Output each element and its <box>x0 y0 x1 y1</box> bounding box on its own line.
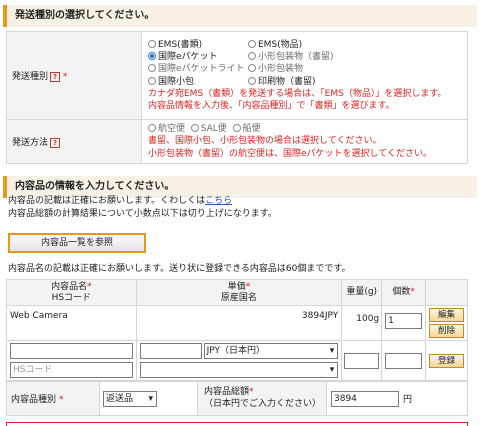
currency-select[interactable]: JPY（日本円） <box>203 343 339 359</box>
radio-surface[interactable]: 船便 <box>232 124 261 134</box>
shipping-method-radio-group: 航空便 SAL便 船便 <box>148 123 464 135</box>
contents-total-label: 内容品総額 <box>204 387 250 397</box>
shipping-type-radio-group: EMS(書類) EMS(物品) 国際eパケット 小形包装物（書留) 国際eパケッ… <box>148 39 464 88</box>
shipping-method-label: 発送方法 <box>12 138 49 148</box>
shipping-type-options-cell: EMS(書類) EMS(物品) 国際eパケット 小形包装物（書留) 国際eパケッ… <box>141 31 468 120</box>
radio-icon <box>248 64 256 73</box>
delete-button[interactable]: 削除 <box>429 324 464 338</box>
shipping-type-label-cell: 発送種別? * <box>6 31 142 120</box>
radio-sal[interactable]: SAL便 <box>190 124 227 134</box>
contents-note-1: 内容品の記載は正確にお願いします。くわしくはこちら <box>8 196 233 206</box>
radio-ems-goods[interactable]: EMS(物品) <box>248 39 378 51</box>
radio-icon[interactable] <box>232 124 241 133</box>
radio-ems-documents[interactable]: EMS(書類) <box>148 39 248 51</box>
contents-note-2: 内容品総額の計算結果について小数点以下は切り上げになります。 <box>8 209 277 219</box>
contents-total-hint: （日本円でご入力ください） <box>204 399 322 409</box>
help-icon[interactable]: ? <box>50 137 61 148</box>
register-button[interactable]: 登録 <box>429 353 464 368</box>
new-item-row: HSコード JPY（日本円） 登録 <box>6 340 468 381</box>
section-title: 内容品の情報を入力してください。 <box>15 181 175 192</box>
item-price: 3894JPY <box>135 305 343 341</box>
shipping-type-label: 発送種別 <box>12 72 49 82</box>
help-icon[interactable]: ? <box>50 71 61 82</box>
shipping-method-label-cell: 発送方法? <box>6 119 142 164</box>
radio-selected-icon[interactable] <box>148 51 156 60</box>
radio-icon[interactable] <box>148 76 156 85</box>
hs-code-input[interactable]: HSコード <box>10 362 133 378</box>
new-item-name-input[interactable] <box>10 343 133 359</box>
radio-printed-matter-registered[interactable]: 印刷物（書留) <box>248 76 378 88</box>
items-note: 内容品名の記載は正確にお願いします。送り状に登録できる内容品は60個までです。 <box>8 264 351 274</box>
radio-icon[interactable] <box>248 76 256 85</box>
item-qty-input[interactable]: 1 <box>385 313 423 329</box>
shipping-method-note-2: 小形包装物（書留）の航空便は、国際eパケットを選択してください。 <box>148 148 432 159</box>
radio-icon[interactable] <box>148 124 156 133</box>
contents-kind-label: 内容品種別 <box>11 395 57 405</box>
header-qty: 個数* <box>381 279 427 306</box>
header-name: 内容品名* HSコード <box>6 279 137 306</box>
contents-kind-label-cell: 内容品種別 * <box>7 382 100 415</box>
header-actions <box>425 279 468 306</box>
new-item-weight-input[interactable] <box>344 352 380 369</box>
contents-table: 内容品名* HSコード 単価* 原産国名 重量(g) 個数* Web Camera … <box>6 279 468 381</box>
required-mark: * <box>62 72 68 82</box>
item-weight: 100g <box>341 305 383 341</box>
radio-airmail[interactable]: 航空便 <box>148 124 185 134</box>
header-price: 単価* 原産国名 <box>135 279 343 306</box>
radio-icon[interactable] <box>248 39 256 48</box>
contents-total-label-cell: 内容品総額* （日本円でご入力ください） <box>197 382 327 415</box>
shipping-type-note-1: カナダ宛EMS（書類）を発送する場合は、「EMS（物品）」を選択します。 <box>148 88 447 99</box>
contents-kind-select[interactable]: 返送品 <box>103 391 157 407</box>
section-title: 発送種別の選択してください。 <box>15 10 155 21</box>
radio-small-packet-registered: 小形包装物（書留) <box>248 51 378 63</box>
radio-icon[interactable] <box>190 124 199 133</box>
shipping-type-note-2: 内容品情報を入力後、「内容品種別」で「書類」を選びます。 <box>148 101 395 112</box>
browse-contents-button[interactable]: 内容品一覧を参照 <box>8 233 146 253</box>
shipping-method-options-cell: 航空便 SAL便 船便 書留、国際小包、小形包装物の場合は選択してください。 小… <box>141 119 468 164</box>
table-row: Web Camera 3894JPY 100g 1 編集 削除 <box>6 305 468 341</box>
radio-icon <box>248 51 256 60</box>
edit-button[interactable]: 編集 <box>429 308 464 322</box>
origin-country-select[interactable] <box>139 362 339 378</box>
error-box <box>6 422 468 426</box>
new-item-price-input[interactable] <box>139 343 202 359</box>
header-weight: 重量(g) <box>341 279 383 306</box>
new-item-qty-input[interactable] <box>385 352 423 369</box>
item-name: Web Camera <box>6 305 137 341</box>
details-link[interactable]: こちら <box>205 196 232 206</box>
currency-unit: 円 <box>403 395 413 405</box>
radio-intl-epacket-light: 国際eパケットライト <box>148 63 248 75</box>
shipping-form-table: 発送種別? * EMS(書類) EMS(物品) 国際eパケット 小形包装物（書留… <box>6 31 468 164</box>
radio-icon[interactable] <box>148 39 156 48</box>
table-header-row: 内容品名* HSコード 単価* 原産国名 重量(g) 個数* <box>6 279 468 306</box>
shipping-method-note-1: 書留、国際小包、小形包装物の場合は選択してください。 <box>148 136 382 147</box>
section-header-shipping: 発送種別の選択してください。 <box>3 5 477 27</box>
radio-small-packet: 小形包装物 <box>248 63 378 75</box>
radio-icon <box>148 64 156 73</box>
radio-intl-epacket[interactable]: 国際eパケット <box>148 51 248 63</box>
radio-intl-parcel[interactable]: 国際小包 <box>148 76 248 88</box>
contents-summary: 内容品種別* 返送品 内容品総額* （日本円でご入力ください） 3894 円 <box>6 381 468 416</box>
contents-total-input[interactable]: 3894 <box>331 391 399 407</box>
